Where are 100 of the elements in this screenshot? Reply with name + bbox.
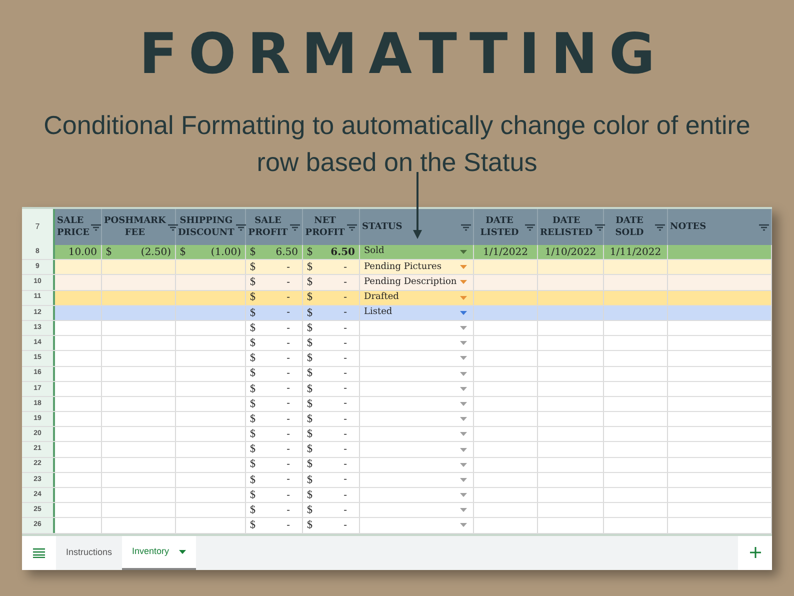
amount-text: - <box>344 322 347 336</box>
currency-symbol: $ <box>307 320 312 336</box>
page-title: FORMATTING <box>138 21 666 89</box>
currency-symbol: $ <box>307 427 312 442</box>
amount-text: - <box>286 306 290 320</box>
currency-symbol: $ <box>250 244 256 260</box>
dropdown-arrow-icon[interactable] <box>460 280 467 284</box>
dropdown-arrow-icon[interactable] <box>460 372 467 376</box>
currency-symbol: $ <box>250 290 256 306</box>
filter-icon[interactable] <box>759 224 769 230</box>
currency-symbol: $ <box>307 351 312 366</box>
status-dropdown[interactable]: Pending Pictures <box>360 260 474 274</box>
dropdown-arrow-icon[interactable] <box>460 310 467 315</box>
currency-symbol: $ <box>307 518 312 534</box>
filter-icon[interactable] <box>236 224 246 230</box>
menu-icon[interactable] <box>33 548 45 558</box>
currency-symbol: $ <box>250 472 256 488</box>
sheet-list-button[interactable] <box>22 536 56 570</box>
currency-symbol: $ <box>180 244 186 260</box>
add-sheet-button[interactable] <box>738 536 772 570</box>
amount-text: - <box>344 367 347 382</box>
dropdown-arrow-icon[interactable] <box>460 402 467 406</box>
currency-symbol: $ <box>250 396 256 412</box>
subtitle-text: Conditional Formatting to automatically change color of entire row based on the Status <box>42 109 752 179</box>
currency-symbol: $ <box>250 442 256 458</box>
status-dropdown[interactable]: Sold <box>360 245 474 260</box>
currency-symbol: $ <box>307 382 312 397</box>
currency-symbol: $ <box>250 382 256 397</box>
currency-symbol: $ <box>307 290 312 306</box>
amount-text: - <box>344 518 347 533</box>
filter-icon[interactable] <box>347 224 357 230</box>
dropdown-arrow-icon[interactable] <box>460 523 467 528</box>
amount-text: - <box>344 291 347 306</box>
currency-symbol: $ <box>307 336 312 351</box>
amount-text: - <box>286 352 290 366</box>
amount-text: - <box>344 428 347 442</box>
filter-icon[interactable] <box>168 224 178 230</box>
currency-symbol: $ <box>307 457 312 472</box>
amount-text: - <box>344 260 347 275</box>
filter-icon[interactable] <box>525 224 535 230</box>
status-dropdown[interactable]: Listed <box>360 306 474 320</box>
currency-symbol: $ <box>250 260 256 276</box>
amount-text: - <box>286 518 290 533</box>
dropdown-arrow-icon[interactable] <box>460 462 467 467</box>
amount-text: (2.50) <box>140 246 171 260</box>
filter-icon[interactable] <box>91 224 102 230</box>
amount-text: - <box>286 322 290 336</box>
amount-text: - <box>286 458 290 472</box>
filter-icon[interactable] <box>594 224 605 230</box>
currency-symbol: $ <box>250 427 256 442</box>
table-cell-text: 1/10/2022 <box>544 246 596 260</box>
sheet-tab[interactable]: Inventory <box>122 536 196 570</box>
amount-text: (1.00) <box>210 246 241 260</box>
amount-text: - <box>286 367 290 382</box>
amount-text: - <box>344 397 347 412</box>
currency-symbol: $ <box>307 260 312 276</box>
dropdown-arrow-icon[interactable] <box>460 386 467 391</box>
dropdown-arrow-icon[interactable] <box>460 493 467 498</box>
dropdown-arrow-icon[interactable] <box>460 417 467 422</box>
amount-text: - <box>286 260 290 275</box>
amount-text: - <box>286 397 290 412</box>
currency-symbol: $ <box>307 503 312 518</box>
dropdown-arrow-icon[interactable] <box>460 508 467 512</box>
amount-text: - <box>286 291 290 306</box>
amount-text: - <box>344 488 347 503</box>
currency-symbol: $ <box>307 472 312 488</box>
dropdown-arrow-icon[interactable] <box>460 356 467 360</box>
filter-icon[interactable] <box>655 224 665 230</box>
filter-icon[interactable] <box>461 224 471 230</box>
dropdown-arrow-icon[interactable] <box>460 448 467 452</box>
filter-icon[interactable] <box>290 224 300 230</box>
amount-text: - <box>286 412 290 427</box>
amount-text: - <box>286 382 290 396</box>
status-dropdown[interactable]: Pending Description <box>360 275 474 290</box>
dropdown-arrow-icon[interactable] <box>460 250 467 254</box>
currency-symbol: $ <box>307 488 312 503</box>
caret-icon <box>179 550 186 554</box>
amount-text: - <box>344 458 347 472</box>
dropdown-arrow-icon[interactable] <box>460 296 467 300</box>
status-dropdown[interactable]: Drafted <box>360 290 474 305</box>
currency-symbol: $ <box>250 336 256 351</box>
plus-icon[interactable] <box>750 547 760 558</box>
currency-symbol: $ <box>106 244 112 260</box>
sheet-tab[interactable]: Instructions <box>56 536 122 570</box>
dropdown-arrow-icon[interactable] <box>460 326 467 330</box>
dropdown-arrow-icon[interactable] <box>460 265 467 270</box>
amount-text: - <box>286 488 290 503</box>
table-cell-text: 1/1/2022 <box>483 246 528 260</box>
currency-symbol: $ <box>307 412 312 427</box>
amount-text: - <box>286 443 290 458</box>
dropdown-arrow-icon[interactable] <box>460 341 467 346</box>
currency-symbol: $ <box>250 503 256 518</box>
dropdown-arrow-icon[interactable] <box>460 478 467 482</box>
amount-text: - <box>286 428 290 442</box>
amount-text: - <box>286 336 290 351</box>
amount-text: - <box>286 504 290 518</box>
currency-symbol: $ <box>307 306 312 321</box>
amount-text: 6.50 <box>330 246 355 260</box>
dropdown-arrow-icon[interactable] <box>460 432 467 436</box>
pointer-arrow <box>413 172 422 239</box>
